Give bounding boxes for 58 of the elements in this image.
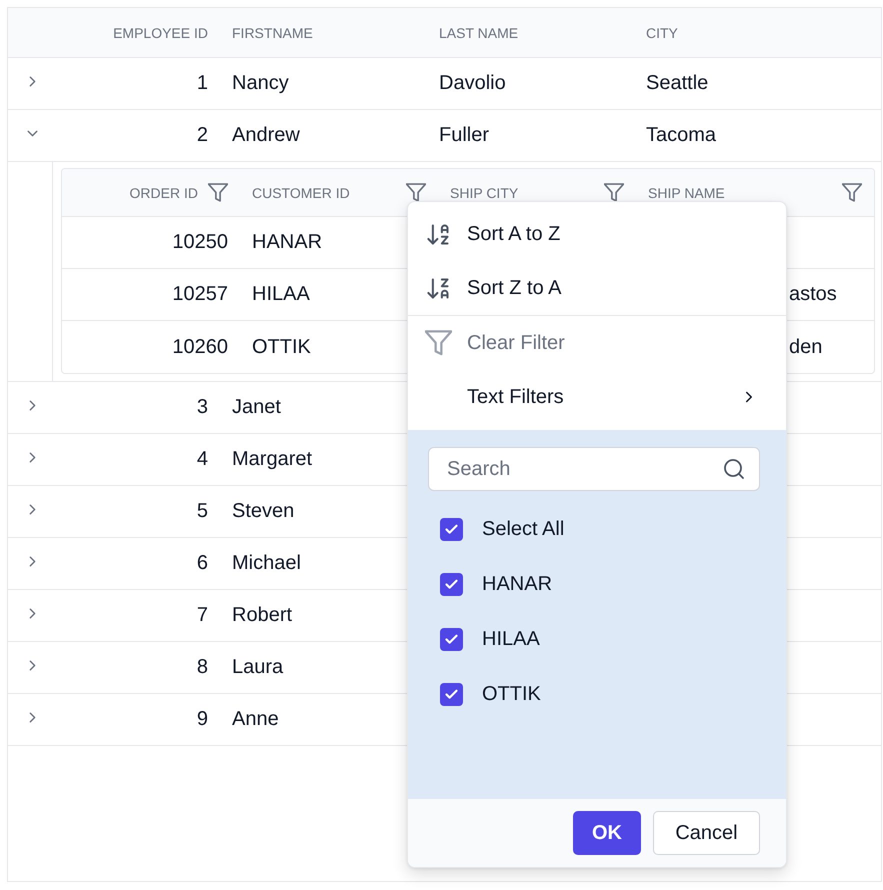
checkbox[interactable] — [440, 518, 463, 541]
table-cell: Michael — [232, 552, 301, 575]
table-cell: OTTIK — [252, 336, 311, 358]
checkbox-label[interactable]: OTTIK — [482, 683, 541, 706]
column-header[interactable]: SHIP NAME — [648, 184, 725, 200]
column-header[interactable]: CUSTOMER ID — [252, 184, 350, 200]
table-cell: astos — [789, 283, 837, 306]
table-cell: 9 — [196, 708, 208, 731]
table-cell: den — [789, 336, 822, 358]
filter-icon[interactable] — [406, 182, 426, 202]
table-cell: Andrew — [232, 124, 300, 147]
table-cell: 5 — [196, 500, 208, 523]
checkbox-label[interactable]: HILAA — [482, 628, 540, 651]
table-cell: 6 — [196, 552, 208, 575]
table-cell: 2 — [196, 124, 208, 147]
search-icon[interactable] — [722, 457, 746, 481]
table-cell: Nancy — [232, 72, 289, 95]
checkbox[interactable] — [440, 628, 463, 651]
filter-icon[interactable] — [208, 182, 228, 202]
table-cell: 7 — [196, 604, 208, 627]
table-cell: 8 — [196, 656, 208, 679]
filter-icon[interactable] — [604, 182, 624, 202]
column-header[interactable]: LAST NAME — [439, 24, 518, 40]
table-cell: 10260 — [172, 336, 228, 358]
menu-item[interactable]: Sort Z to A — [408, 261, 786, 315]
table-cell: Steven — [232, 500, 294, 523]
table-cell: Anne — [232, 708, 279, 731]
table-cell: Robert — [232, 604, 292, 627]
column-header[interactable]: EMPLOYEE ID — [113, 24, 208, 40]
column-header[interactable]: FIRSTNAME — [232, 24, 313, 40]
table-cell: 3 — [196, 396, 208, 419]
table-cell: Janet — [232, 396, 281, 419]
cancel-button[interactable]: Cancel — [653, 811, 760, 855]
table-cell: Seattle — [646, 72, 708, 95]
menu-item[interactable]: Sort A to Z — [408, 207, 786, 261]
table-cell: Margaret — [232, 448, 312, 471]
table-cell: 10257 — [172, 283, 228, 306]
column-header[interactable]: CITY — [646, 24, 678, 40]
table-cell: 1 — [196, 72, 208, 95]
table-cell: HANAR — [252, 231, 322, 254]
filter-icon[interactable] — [842, 182, 862, 202]
filter-icon — [425, 330, 452, 356]
ok-button[interactable]: OK — [573, 811, 641, 855]
checkbox-label[interactable]: Select All — [482, 518, 564, 541]
table-cell: Tacoma — [646, 124, 716, 147]
column-header[interactable]: SHIP CITY — [450, 184, 518, 200]
table-cell: HILAA — [252, 283, 310, 306]
table-cell: 4 — [196, 448, 208, 471]
checkbox-label[interactable]: HANAR — [482, 573, 552, 596]
table-cell: 10250 — [172, 231, 228, 254]
search-field[interactable]: Search — [428, 447, 760, 491]
column-header[interactable]: ORDER ID — [130, 184, 198, 200]
table-cell: Davolio — [439, 72, 506, 95]
menu-item[interactable]: Text Filters — [408, 370, 786, 424]
table-cell: Fuller — [439, 124, 490, 147]
checkbox[interactable] — [440, 683, 463, 706]
table-cell: Laura — [232, 656, 284, 679]
checkbox[interactable] — [440, 573, 463, 596]
